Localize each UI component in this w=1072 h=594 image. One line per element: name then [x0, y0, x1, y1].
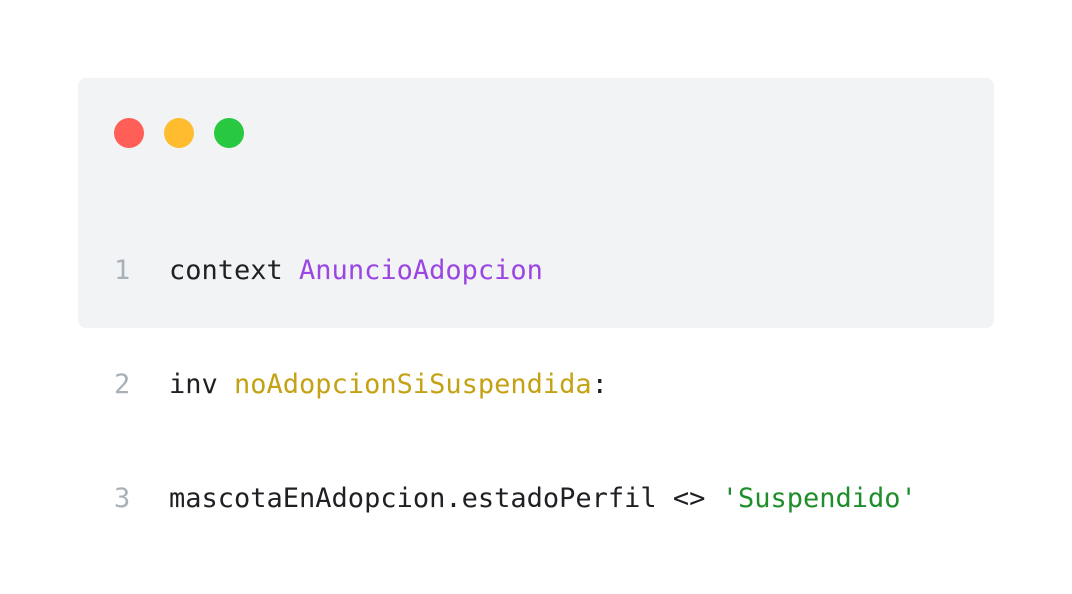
code-block: 1 context AnuncioAdopcion 2 inv noAdopci… [114, 176, 917, 594]
close-dot-icon[interactable] [114, 118, 144, 148]
code-text: context AnuncioAdopcion [169, 252, 543, 290]
code-token: context [169, 255, 300, 286]
code-token: inv [169, 369, 235, 400]
line-number: 3 [114, 483, 131, 514]
minimize-dot-icon[interactable] [164, 118, 194, 148]
line-number: 2 [114, 369, 131, 400]
window-controls [114, 118, 244, 148]
line-number: 1 [114, 255, 131, 286]
code-line: 2 inv noAdopcionSiSuspendida: [114, 366, 917, 404]
code-token-class: AnuncioAdopcion [299, 255, 543, 286]
code-text: mascotaEnAdopcion.estadoPerfil <> 'Suspe… [169, 480, 917, 518]
code-text: inv noAdopcionSiSuspendida: [169, 366, 608, 404]
code-line: 1 context AnuncioAdopcion [114, 252, 917, 290]
code-token: mascotaEnAdopcion.estadoPerfil <> [169, 483, 722, 514]
maximize-dot-icon[interactable] [214, 118, 244, 148]
code-line: 3 mascotaEnAdopcion.estadoPerfil <> 'Sus… [114, 480, 917, 518]
code-window: 1 context AnuncioAdopcion 2 inv noAdopci… [78, 78, 994, 514]
code-token-name: noAdopcionSiSuspendida [234, 369, 592, 400]
code-token: : [591, 369, 608, 400]
code-token-string: 'Suspendido' [721, 483, 917, 514]
